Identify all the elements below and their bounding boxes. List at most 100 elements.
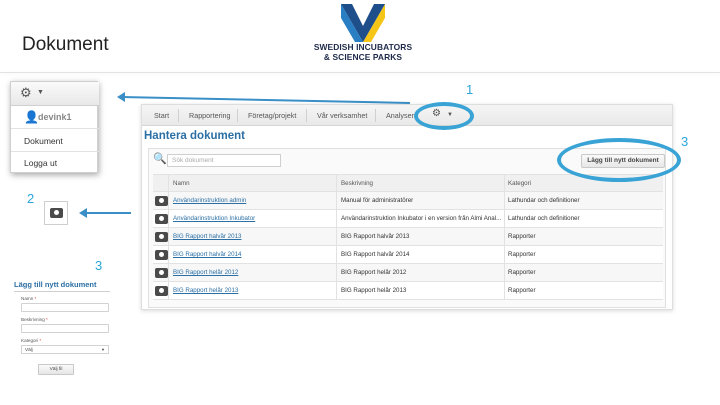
arrow-2-line — [86, 212, 131, 214]
page-title: Hantera dokument — [144, 130, 245, 142]
table-row[interactable]: Användarinstruktion Inkubator Användarins… — [153, 210, 663, 228]
column-divider — [504, 192, 505, 210]
menu-user: 👤 devink1 — [11, 107, 99, 129]
category-select-value: Välj — [25, 347, 33, 352]
menu-item-logga-ut[interactable]: Logga ut — [11, 152, 99, 174]
document-name-link[interactable]: BIG Rapport halvår 2014 — [173, 251, 333, 258]
name-field[interactable] — [21, 303, 109, 312]
row-icon-cell — [153, 246, 169, 264]
slide-title: Dokument — [22, 34, 109, 55]
camera-icon[interactable] — [155, 286, 168, 296]
document-description: BIG Rapport halvår 2014 — [341, 251, 410, 258]
document-description: BIG Rapport helår 2012 — [341, 269, 407, 276]
row-icon-cell — [153, 210, 169, 228]
camera-icon — [50, 208, 63, 218]
callout-number-3-left: 3 — [95, 258, 103, 273]
column-divider — [336, 192, 337, 210]
search-bar: 🔍 Sök dokument — [153, 153, 287, 167]
description-label: Beskrivning * — [21, 317, 48, 322]
column-divider — [336, 175, 337, 193]
camera-icon[interactable] — [155, 268, 168, 278]
column-divider — [336, 282, 337, 300]
username: devink1 — [38, 112, 72, 122]
column-divider — [504, 282, 505, 300]
row-icon-cell — [153, 282, 169, 300]
document-category: Rapporter — [508, 269, 536, 276]
row-icon-cell — [153, 192, 169, 210]
highlight-gear-ellipse — [414, 102, 474, 130]
camera-icon[interactable] — [155, 214, 168, 224]
column-divider — [336, 210, 337, 228]
document-category: Rapporter — [508, 233, 536, 240]
choose-file-button[interactable]: Välj fil — [38, 364, 74, 375]
nav-separator — [306, 109, 307, 122]
camera-icon[interactable] — [155, 250, 168, 260]
column-divider — [504, 264, 505, 282]
table-row[interactable]: Användarinstruktion admin Manual för admi… — [153, 192, 663, 210]
column-header-beskrivning[interactable]: Beskrivning — [341, 180, 501, 187]
column-divider — [504, 210, 505, 228]
nav-separator — [178, 109, 179, 122]
gear-dropdown-menu: ⚙ ▼ 👤 devink1 Dokument Logga ut — [10, 81, 99, 174]
document-description: Användarinstruktion Inkubator i en versi… — [341, 215, 501, 222]
search-input[interactable]: Sök dokument — [167, 154, 281, 167]
table-body: Användarinstruktion admin Manual för admi… — [153, 192, 663, 300]
name-label: Namn * — [21, 296, 37, 301]
document-name-link[interactable]: Användarinstruktion admin — [173, 197, 333, 204]
table-row[interactable]: BIG Rapport helår 2013 BIG Rapport helår … — [153, 282, 663, 300]
document-category: Rapporter — [508, 287, 536, 294]
menu-item-dokument[interactable]: Dokument — [11, 130, 99, 152]
form-title: Lägg till nytt dokument — [14, 280, 110, 292]
gear-menu-button[interactable]: ⚙ ▼ — [11, 82, 99, 106]
column-divider — [504, 228, 505, 246]
document-category: Rapporter — [508, 251, 536, 258]
tab-foretag-projekt[interactable]: Företag/projekt — [248, 111, 296, 120]
swedish-incubators-logo: SWEDISH INCUBATORS & SCIENCE PARKS — [308, 4, 418, 66]
arrow-2-head-icon — [79, 208, 87, 218]
row-icon-cell — [153, 264, 169, 282]
description-field[interactable] — [21, 324, 109, 333]
category-select[interactable]: Välj ▼ — [21, 345, 109, 354]
callout-number-3-right: 3 — [681, 134, 689, 149]
column-divider — [336, 246, 337, 264]
tab-rapportering[interactable]: Rapportering — [189, 111, 231, 120]
table-row[interactable]: BIG Rapport halvår 2013 BIG Rapport halvå… — [153, 228, 663, 246]
document-name-link[interactable]: BIG Rapport halvår 2013 — [173, 233, 333, 240]
camera-icon[interactable] — [155, 196, 168, 206]
logo-line-2: & SCIENCE PARKS — [323, 52, 403, 62]
document-description: BIG Rapport helår 2013 — [341, 287, 407, 294]
main-nav: Start Rapportering Företag/projekt Vår v… — [142, 105, 672, 126]
arrow-1-head-icon — [117, 92, 125, 102]
camera-icon[interactable] — [155, 232, 168, 242]
nav-separator — [237, 109, 238, 122]
callout-number-2: 2 — [27, 191, 35, 206]
document-icon-example — [44, 201, 68, 225]
column-divider — [504, 175, 505, 193]
document-name-link[interactable]: Användarinstruktion Inkubator — [173, 215, 333, 222]
tab-var-verksamhet[interactable]: Vår verksamhet — [317, 111, 367, 120]
document-description: BIG Rapport halvår 2013 — [341, 233, 410, 240]
chevron-down-icon: ▼ — [37, 89, 44, 96]
highlight-add-button-ellipse — [557, 138, 681, 182]
header-divider — [0, 72, 720, 73]
column-header-namn[interactable]: Namn — [173, 180, 333, 187]
document-description: Manual för administratörer — [341, 197, 414, 204]
column-divider — [504, 246, 505, 264]
header-icon-col — [153, 175, 169, 193]
search-icon: 🔍 — [153, 153, 167, 165]
chevron-down-icon: ▼ — [101, 347, 105, 352]
table-row[interactable]: BIG Rapport helår 2012 BIG Rapport helår … — [153, 264, 663, 282]
nav-separator — [375, 109, 376, 122]
add-document-form: Lägg till nytt dokument Namn * Beskrivni… — [14, 280, 110, 380]
document-name-link[interactable]: BIG Rapport helår 2012 — [173, 269, 333, 276]
tab-start[interactable]: Start — [154, 111, 169, 120]
category-label: Kategori * — [21, 338, 42, 343]
document-name-link[interactable]: BIG Rapport helår 2013 — [173, 287, 333, 294]
arrow-1-line — [123, 96, 410, 104]
table-row[interactable]: BIG Rapport halvår 2014 BIG Rapport halvå… — [153, 246, 663, 264]
callout-number-1: 1 — [466, 82, 474, 97]
column-divider — [336, 228, 337, 246]
gear-icon: ⚙ — [20, 85, 32, 100]
logo-line-1: SWEDISH INCUBATORS — [313, 42, 413, 52]
column-divider — [336, 264, 337, 282]
